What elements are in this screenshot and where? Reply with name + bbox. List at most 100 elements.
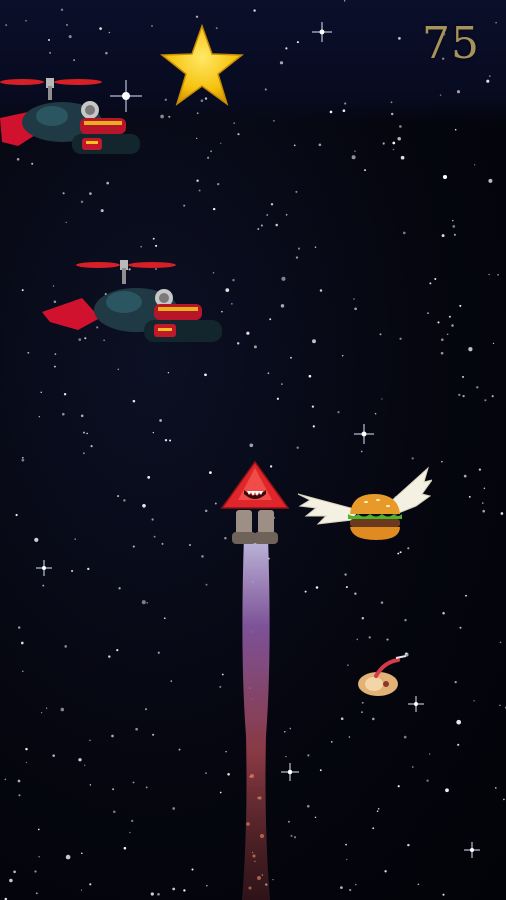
star-dot: [151, 25, 153, 27]
star-dot: [112, 788, 115, 791]
star-dot: [503, 798, 505, 801]
star-dot: [400, 155, 405, 160]
star-dot: [429, 753, 431, 755]
star-dot: [18, 794, 21, 797]
star-dot: [488, 273, 490, 276]
star-dot: [486, 79, 490, 83]
star-dot: [458, 393, 461, 397]
star-dot: [116, 648, 119, 652]
star-dot: [269, 318, 272, 321]
star-dot: [445, 788, 449, 793]
star-dot: [442, 174, 448, 180]
star-dot: [377, 808, 380, 810]
star-dot: [49, 51, 52, 54]
star-dot: [141, 600, 146, 605]
star-dot: [213, 207, 216, 211]
star-dot: [53, 365, 56, 368]
star-dot: [62, 192, 65, 195]
star-dot: [82, 431, 86, 434]
star-dot: [219, 791, 222, 794]
star-dot: [153, 535, 156, 538]
star-dot: [108, 655, 111, 658]
star-dot: [34, 870, 37, 873]
star-dot: [374, 412, 377, 415]
star-dot: [308, 374, 312, 378]
star-dot: [287, 820, 290, 823]
star-dot: [219, 685, 222, 688]
star-dot: [397, 136, 401, 141]
star-dot: [20, 641, 24, 645]
star-dot: [344, 102, 347, 105]
star-dot: [399, 337, 402, 340]
star-dot: [38, 856, 40, 858]
star-dot: [80, 889, 83, 891]
star-dot: [372, 717, 375, 721]
star-dot: [319, 289, 323, 292]
star-dot: [170, 680, 173, 682]
star-dot: [266, 214, 269, 216]
star-dot: [117, 368, 120, 371]
star-dot: [452, 219, 454, 222]
star-dot: [468, 347, 473, 352]
star-dot: [22, 670, 24, 672]
space-hotdog-pickup[interactable]: [356, 654, 408, 698]
star-dot: [220, 142, 222, 144]
star-dot: [214, 502, 217, 505]
star-dot: [52, 754, 55, 757]
star-dot: [474, 164, 476, 166]
game-canvas[interactable]: 75: [0, 0, 506, 900]
star-dot: [152, 733, 155, 736]
star-dot: [345, 843, 347, 846]
flying-burger-pickup[interactable]: [296, 466, 432, 548]
star-dot: [348, 736, 351, 738]
star-dot: [18, 626, 21, 629]
helicopter-hero-enemy[interactable]: [0, 72, 150, 164]
star-dot: [74, 538, 76, 540]
star-dot: [483, 487, 486, 490]
star-dot: [411, 457, 414, 460]
star-dot: [429, 282, 432, 285]
star-dot: [169, 439, 172, 442]
star-dot: [66, 24, 68, 26]
star-dot: [319, 769, 322, 772]
star-dot: [495, 787, 497, 789]
star-dot: [448, 315, 451, 318]
star-dot: [145, 786, 148, 789]
star-dot: [427, 312, 429, 314]
helicopter-hero-enemy[interactable]: [40, 256, 224, 352]
star-dot: [439, 94, 442, 96]
star-dot: [155, 244, 158, 247]
star-dot: [459, 626, 462, 629]
star-dot: [81, 852, 83, 854]
star-dot: [318, 143, 322, 147]
star-dot: [473, 700, 475, 702]
star-dot: [80, 200, 84, 204]
star-dot: [272, 119, 275, 122]
star-dot: [168, 115, 171, 118]
star-dot: [492, 342, 495, 345]
star-dot: [205, 772, 207, 774]
star-dot: [159, 419, 162, 422]
star-dot: [191, 868, 194, 871]
star-dot: [441, 234, 445, 238]
star-dot: [150, 892, 154, 896]
star-dot: [123, 846, 127, 850]
star-dot: [25, 19, 27, 22]
star-dot: [157, 892, 160, 896]
star-dot: [231, 303, 233, 305]
star-dot: [17, 779, 21, 783]
star-dot: [478, 468, 482, 471]
star-dot: [349, 888, 352, 892]
star-dot: [293, 836, 297, 839]
star-dot: [390, 112, 394, 116]
rocket-player-ship[interactable]: [220, 460, 290, 548]
star-dot: [37, 828, 40, 831]
star-dot: [233, 122, 236, 125]
star-dot: [281, 276, 286, 281]
star-dot: [40, 712, 43, 714]
star-dot: [100, 209, 104, 213]
star-dot: [89, 784, 92, 786]
star-dot: [456, 90, 461, 94]
star-dot: [497, 273, 499, 276]
star-dot: [207, 156, 210, 159]
